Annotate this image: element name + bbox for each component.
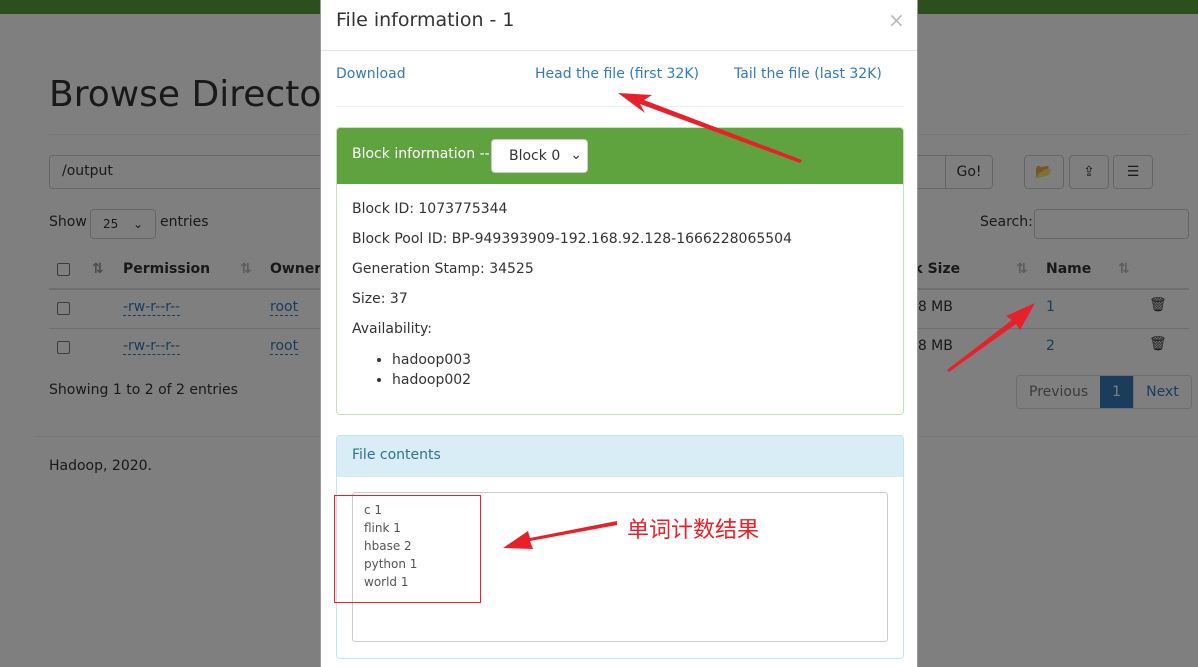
arrow-to-name-link [947, 303, 1035, 372]
annotation-arrows [503, 93, 1035, 549]
arrow-to-file-contents [503, 521, 617, 549]
arrow-to-head-link [618, 93, 802, 163]
